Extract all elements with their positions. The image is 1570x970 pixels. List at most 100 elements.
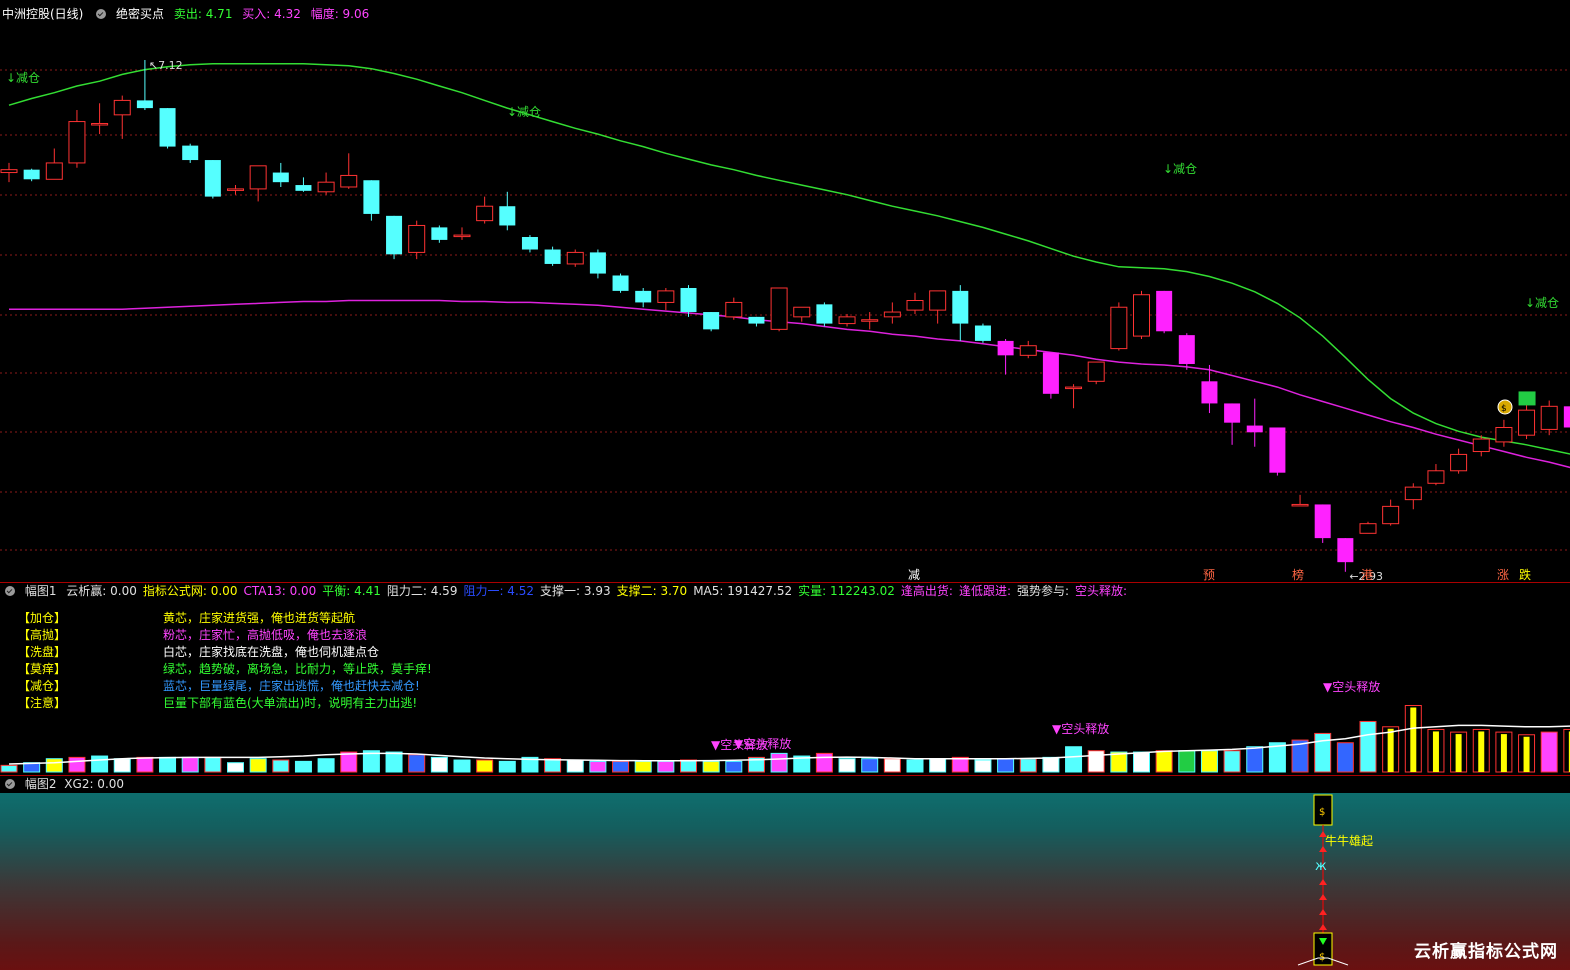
candle <box>1291 494 1309 507</box>
panel-separator-2 <box>0 775 1570 776</box>
candle-body <box>816 304 833 324</box>
bottom-marker: 涨 <box>1497 567 1509 582</box>
price-chart[interactable]: ↖7.12←2.93↓减仓↓减仓↓减仓↓减仓$减预榜港涨跌 <box>0 0 1570 583</box>
candle-body <box>1518 409 1536 436</box>
candle-body <box>1450 453 1468 472</box>
candle <box>929 290 947 324</box>
candle <box>476 196 494 224</box>
candle <box>838 313 856 327</box>
candle-body <box>68 121 86 164</box>
volume-bar <box>1246 746 1264 773</box>
volume-bar <box>997 758 1015 773</box>
volume-bar <box>634 760 652 773</box>
candle-body <box>544 249 561 264</box>
volume-bar <box>317 758 335 773</box>
candle <box>182 143 199 163</box>
candle <box>1427 464 1445 486</box>
candle-body <box>1110 306 1128 350</box>
candle <box>1563 406 1570 428</box>
candle <box>657 287 675 311</box>
volume-bar <box>1359 720 1377 773</box>
candle-body <box>0 169 18 174</box>
candle-body <box>295 185 312 191</box>
volume-bar <box>1019 758 1037 773</box>
panel1-value-item: 实量: 112243.02 <box>798 584 895 598</box>
candle-body <box>317 181 335 193</box>
xg2-value: XG2: 0.00 <box>64 777 125 791</box>
bottom-marker: 跌 <box>1519 567 1531 582</box>
volume-bar <box>159 756 177 773</box>
candle-body <box>408 224 426 253</box>
panel2-header: 幅图2 XG2: 0.00 <box>2 776 130 793</box>
candle-body <box>227 188 244 191</box>
candle-body <box>725 301 743 318</box>
signal-panel[interactable]: $ ж $ 牛牛雄起 <box>0 793 1570 970</box>
candle <box>1450 448 1468 474</box>
panel1-value-item: 逢低跟进: <box>958 584 1011 598</box>
reduce-position-label: ↓减仓 <box>6 71 40 85</box>
candle-body <box>1337 538 1354 563</box>
panel2-title: 幅图2 <box>24 777 57 791</box>
bear-release-signal: ▼空头释放 <box>1323 679 1380 694</box>
candle-body <box>249 165 267 190</box>
candle <box>317 172 335 195</box>
candle-body <box>45 162 63 180</box>
panel1-value-item: 强势参与: <box>1017 584 1070 598</box>
volume-bar <box>498 760 516 773</box>
volume-bar <box>657 760 675 773</box>
candle <box>1019 340 1037 359</box>
candle-body <box>612 275 629 291</box>
indicator-toggle-icon[interactable] <box>96 9 107 19</box>
panel1-title: 幅图1 <box>24 584 57 598</box>
candle-body <box>1472 438 1490 453</box>
volume-bar <box>1336 742 1354 773</box>
candle-body <box>272 172 289 183</box>
candle-body <box>1042 352 1059 394</box>
candle <box>997 338 1014 375</box>
indicator-name[interactable]: 绝密买点 <box>116 7 164 21</box>
volume-bar <box>408 754 426 773</box>
candle-body <box>952 290 969 324</box>
candle <box>1133 290 1150 339</box>
volume-bar <box>0 764 18 773</box>
candle-body <box>1065 386 1083 390</box>
candle-body <box>431 227 448 240</box>
candle-body <box>113 99 131 116</box>
money-bag-icon: $ <box>1497 399 1513 415</box>
volume-bar <box>136 756 154 773</box>
candle-body <box>1382 505 1400 525</box>
candle <box>635 287 652 308</box>
candle <box>770 287 788 332</box>
volume-bar <box>1382 726 1400 773</box>
bear-release-signal: ▼空头释放 <box>734 736 791 751</box>
candle <box>249 165 267 202</box>
volume-bar <box>91 755 109 773</box>
panel1-value-item: 平衡: 4.41 <box>322 584 381 598</box>
candle <box>431 225 448 243</box>
candle <box>295 177 312 192</box>
candle <box>589 249 606 279</box>
volume-bar <box>1133 751 1150 773</box>
candle-body <box>1540 405 1558 430</box>
butterfly-icon: ж <box>1315 859 1327 874</box>
volume-bar <box>612 760 630 773</box>
stock-title: 中洲控股(日线) <box>2 7 84 21</box>
up-arrow-icon <box>1319 924 1327 930</box>
candle <box>272 162 289 187</box>
panel2-toggle-icon[interactable] <box>5 779 15 789</box>
volume-bar <box>815 752 833 773</box>
candle-body <box>91 122 109 126</box>
bottom-marker: 榜 <box>1292 567 1304 582</box>
signal-green-block <box>1518 391 1536 406</box>
candle <box>159 108 176 149</box>
bear-release-signal: ▼空头释放 <box>1052 721 1109 736</box>
candle-body <box>861 319 879 322</box>
candle <box>793 306 811 322</box>
volume-bar <box>680 759 697 773</box>
panel1-toggle-icon[interactable] <box>5 586 15 596</box>
volume-chart[interactable]: ▼空头释放▼空头释放▼空头释放▼空头释放 <box>0 600 1570 775</box>
candle <box>1156 290 1173 334</box>
candle <box>1110 302 1128 351</box>
volume-bar <box>204 756 222 773</box>
volume-bar <box>951 756 969 773</box>
